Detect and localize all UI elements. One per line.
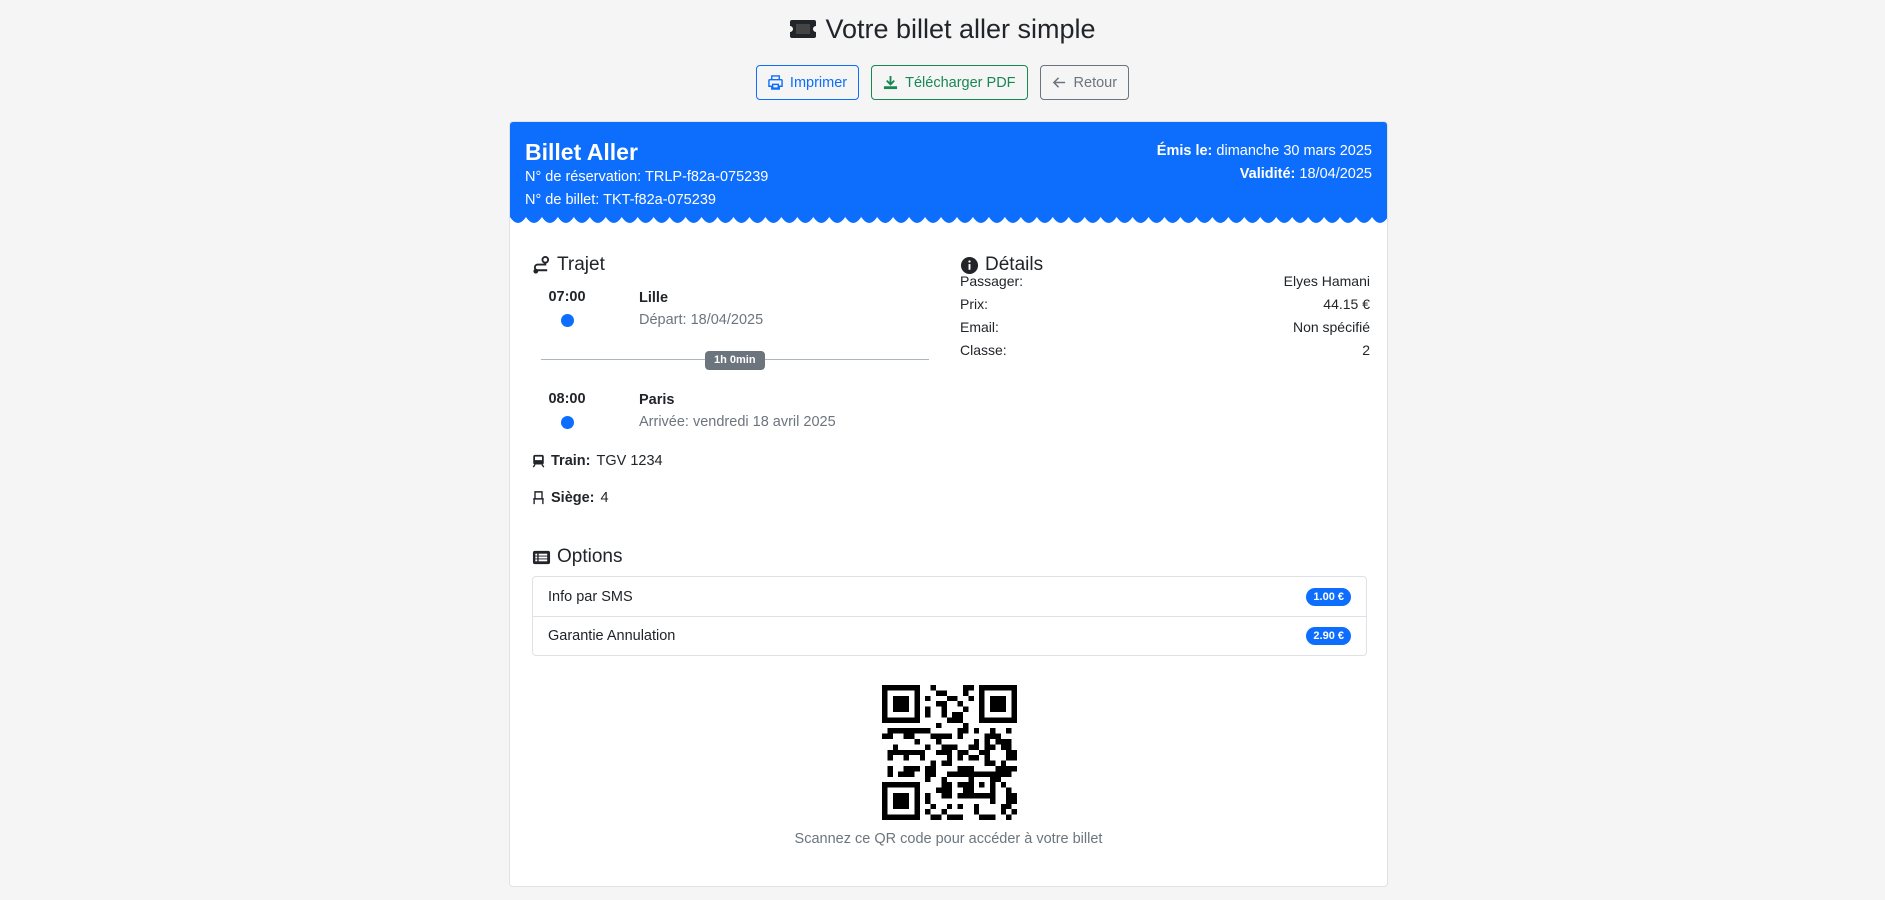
- departure-date: Départ: 18/04/2025: [639, 312, 764, 328]
- printer-icon: [768, 75, 783, 90]
- seat-info: Siège: 4: [532, 490, 609, 506]
- qr-caption: Scannez ce QR code pour accéder à votre …: [794, 831, 1103, 847]
- back-button[interactable]: Retour: [1039, 65, 1130, 100]
- download-pdf-button[interactable]: Télécharger PDF: [871, 65, 1028, 100]
- download-icon: [884, 75, 898, 90]
- detail-row-price: Prix: 44.15 €: [960, 293, 1370, 316]
- detail-label: Email:: [960, 319, 999, 335]
- options-section-title: Options: [532, 546, 622, 568]
- arrival-city: Paris: [639, 392, 675, 408]
- detail-label: Prix:: [960, 296, 988, 312]
- departure-time: 07:00: [548, 289, 586, 305]
- seat-value: 4: [600, 490, 609, 506]
- detail-row-passenger: Passager: Elyes Hamani: [960, 270, 1370, 293]
- train-value: TGV 1234: [596, 453, 663, 469]
- ticket-number: N° de billet: TKT-f82a-075239: [525, 189, 1372, 212]
- qr-code: [882, 685, 1017, 820]
- ticket-header: Billet Aller N° de réservation: TRLP-f82…: [510, 122, 1387, 227]
- validity-date: Validité: 18/04/2025: [1157, 163, 1372, 186]
- trip-title: Trajet: [557, 254, 605, 275]
- trip-section-title: Trajet: [532, 254, 605, 276]
- page-title: Votre billet aller simple: [0, 12, 1885, 46]
- route-icon: [533, 255, 550, 274]
- list-icon: [532, 550, 551, 564]
- ticket-number-label: N° de billet:: [525, 192, 600, 208]
- details-list: Passager: Elyes Hamani Prix: 44.15 € Ema…: [960, 270, 1370, 362]
- arrow-left-icon: [1052, 77, 1065, 88]
- detail-value: 44.15 €: [1323, 296, 1370, 312]
- train-icon: [532, 454, 545, 468]
- arrival-date: Arrivée: vendredi 18 avril 2025: [639, 414, 836, 430]
- option-label: Garantie Annulation: [548, 628, 676, 644]
- ticket-number-value: TKT-f82a-075239: [603, 192, 716, 208]
- seat-label: Siège:: [551, 490, 595, 506]
- reservation-label: N° de réservation:: [525, 169, 642, 185]
- back-button-label: Retour: [1073, 74, 1118, 91]
- options-list: Info par SMS 1.00 € Garantie Annulation …: [532, 576, 1367, 656]
- train-label: Train:: [551, 453, 591, 469]
- print-button[interactable]: Imprimer: [755, 65, 860, 100]
- detail-row-email: Email: Non spécifié: [960, 316, 1370, 339]
- validity-value: 18/04/2025: [1299, 166, 1372, 182]
- list-item: Garantie Annulation 2.90 €: [533, 616, 1366, 655]
- duration-badge: 1h 0min: [705, 351, 765, 370]
- ticket-header-scallop: [510, 217, 1387, 227]
- detail-value: 2: [1362, 342, 1370, 358]
- issued-label: Émis le:: [1156, 143, 1213, 159]
- departure-dot: [561, 314, 574, 327]
- issued-date: Émis le: dimanche 30 mars 2025: [1157, 140, 1372, 163]
- detail-label: Passager:: [960, 273, 1024, 289]
- download-pdf-button-label: Télécharger PDF: [905, 74, 1016, 91]
- arrival-dot: [561, 416, 574, 429]
- arrival-time: 08:00: [548, 391, 586, 407]
- ticket-icon: [790, 20, 817, 38]
- validity-label: Validité:: [1239, 166, 1296, 182]
- page-title-text: Votre billet aller simple: [825, 13, 1096, 44]
- departure-city: Lille: [639, 290, 669, 306]
- issued-value: dimanche 30 mars 2025: [1216, 143, 1372, 159]
- detail-label: Classe:: [960, 342, 1007, 358]
- option-label: Info par SMS: [548, 588, 633, 605]
- ticket-card: Billet Aller N° de réservation: TRLP-f82…: [509, 121, 1388, 887]
- reservation-value: TRLP-f82a-075239: [645, 169, 769, 185]
- option-price-badge: 2.90 €: [1306, 627, 1351, 645]
- detail-value: Elyes Hamani: [1283, 273, 1370, 289]
- detail-value: Non spécifié: [1292, 319, 1370, 335]
- ticket-issue-info: Émis le: dimanche 30 mars 2025 Validité:…: [1157, 140, 1372, 186]
- print-button-label: Imprimer: [789, 74, 848, 91]
- options-title: Options: [557, 546, 623, 567]
- toolbar: Imprimer Télécharger PDF Retour: [0, 65, 1885, 100]
- list-item: Info par SMS 1.00 €: [533, 577, 1366, 616]
- seat-icon: [533, 491, 544, 505]
- detail-row-class: Classe: 2: [960, 339, 1370, 362]
- train-info: Train: TGV 1234: [532, 453, 663, 469]
- option-price-badge: 1.00 €: [1306, 587, 1351, 606]
